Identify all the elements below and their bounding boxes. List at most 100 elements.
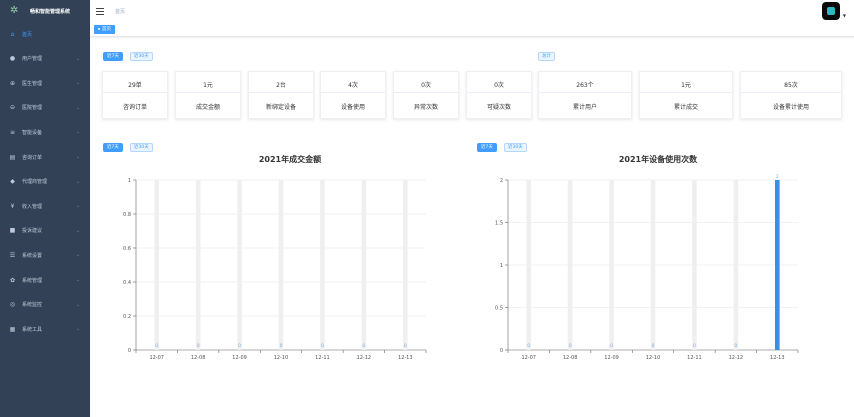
stat-card: 1元 成交金额 — [175, 71, 241, 119]
chart1-last7-button[interactable]: 近7天 — [103, 143, 123, 152]
bar-data-label: 2 — [776, 174, 779, 180]
bar-background — [361, 180, 367, 350]
x-tick-label: 12-07 — [149, 355, 164, 361]
chart2-last30-button[interactable]: 近30天 — [504, 143, 527, 152]
y-tick-label: 2 — [500, 178, 503, 184]
stat-divider — [321, 92, 385, 93]
bar-data-label: 0 — [321, 343, 324, 349]
chevron-down-icon: ⌄ — [75, 301, 80, 308]
stat-label: 累计成交 — [673, 104, 698, 111]
y-tick-label: 0 — [128, 348, 131, 354]
gear-icon: ✿ — [9, 276, 16, 284]
breadcrumb[interactable]: 首页 — [115, 8, 125, 15]
sidebar-item-home[interactable]: ⌂ 首页 — [0, 28, 90, 40]
caret-down-icon[interactable]: ▼ — [843, 13, 846, 18]
device-icon: ≡ — [9, 128, 16, 136]
sidebar-item-device[interactable]: ≡ 智能设备 ⌄ — [0, 126, 90, 138]
sidebar-item-doctor[interactable]: ⊕ 医生管理 ⌄ — [0, 77, 90, 89]
bar-data-label: 0 — [238, 343, 241, 349]
stats-total-button[interactable]: 总计 — [538, 52, 555, 61]
monitor-icon: ◎ — [9, 301, 16, 309]
x-tick-label: 12-12 — [357, 355, 372, 361]
bar-background — [692, 180, 697, 350]
menu-toggle-icon[interactable] — [96, 7, 104, 15]
chart2-title: 2021年设备使用次数 — [618, 155, 698, 164]
chart-revenue: 0 0.2 0.4 0.6 0.8 1 0 12-07 0 12-08 0 12-09 0 12-10 0 1… — [123, 178, 427, 361]
chevron-down-icon: ⌄ — [75, 129, 80, 136]
sidebar-item-label: 系统管理 — [22, 277, 43, 284]
x-tick-label: 12-08 — [563, 355, 578, 361]
sidebar-item-user[interactable]: ● 用户管理 ⌄ — [0, 53, 90, 65]
sidebar-item-label: 收入管理 — [22, 203, 43, 210]
stat-value: 263个 — [576, 82, 594, 89]
stats-last30-button[interactable]: 近30天 — [130, 52, 153, 61]
bar-background — [195, 180, 201, 350]
sidebar-item-tools[interactable]: ▦ 系统工具 ⌄ — [0, 323, 90, 335]
stat-value: 2台 — [276, 82, 286, 89]
hospital-icon: ⊖ — [9, 104, 16, 112]
bar-data-label: 0 — [362, 343, 365, 349]
bar — [774, 180, 780, 350]
stat-card: 263个累计用户 — [538, 71, 632, 119]
sidebar-item-monitor[interactable]: ◎ 系统监控 ⌄ — [0, 299, 90, 311]
chart2-last7-button[interactable]: 近7天 — [477, 143, 497, 152]
chevron-down-icon: ⌄ — [75, 80, 80, 87]
stats-last7-button[interactable]: 近7天 — [103, 52, 123, 61]
chevron-down-icon: ⌄ — [75, 154, 80, 160]
chevron-down-icon: ⌄ — [75, 55, 80, 62]
bar-background — [650, 180, 656, 350]
tags-view: 首页 — [90, 22, 854, 37]
stat-value: 85次 — [784, 82, 798, 89]
sidebar: ✲ 畅和智能管理系统 ⌂ 首页 ● 用户管理 ⌄ ⊕ 医生管理 ⌄ ⊖ 医院管理 ⌄ ≡ 智能设备 ⌄ ▤ 咨… — [0, 0, 90, 417]
sidebar-item-label: 医生管理 — [22, 80, 43, 87]
stat-label: 新绑定设备 — [265, 104, 296, 111]
doctor-icon: ⊕ — [9, 79, 16, 87]
stat-value: 0次 — [421, 82, 431, 89]
tag-home-label: 首页 — [102, 27, 111, 32]
sidebar-item-label: 用户管理 — [22, 56, 43, 63]
sidebar-item-label: 医院管理 — [22, 105, 43, 112]
x-tick-label: 12-11 — [315, 355, 330, 361]
bar-data-label: 0 — [734, 343, 737, 349]
sidebar-item-label: 首页 — [22, 31, 33, 38]
stat-label: 可疑次数 — [486, 104, 511, 111]
chevron-down-icon: ⌄ — [75, 178, 80, 185]
home-icon: ⌂ — [10, 30, 15, 38]
x-tick-label: 12-12 — [729, 355, 744, 361]
sidebar-item-gear[interactable]: ✿ 系统管理 ⌄ — [0, 274, 90, 286]
stat-value: 4次 — [348, 82, 358, 89]
y-tick-label: 0 — [500, 348, 503, 354]
app-logo[interactable]: ✲ 畅和智能管理系统 — [0, 0, 90, 22]
stat-value: 1元 — [681, 82, 691, 89]
order-icon: ▤ — [9, 153, 16, 161]
bar-background — [237, 180, 242, 350]
x-tick-label: 12-09 — [232, 355, 247, 361]
avatar[interactable] — [822, 2, 840, 20]
y-tick-label: 1 — [128, 178, 131, 184]
bar-background — [526, 180, 532, 350]
sidebar-item-label: 系统设置 — [22, 252, 43, 259]
tools-icon: ▦ — [9, 325, 16, 333]
stat-divider — [103, 92, 167, 93]
sidebar-item-order[interactable]: ▤ 咨询订单 ⌄ — [0, 151, 90, 163]
bar-background — [609, 180, 614, 350]
bar-background — [320, 180, 325, 350]
stat-divider — [394, 92, 458, 93]
chart1-last30-button[interactable]: 近30天 — [130, 143, 153, 152]
feedback-icon: ■ — [9, 227, 16, 235]
sidebar-item-hospital[interactable]: ⊖ 医院管理 ⌄ — [0, 102, 90, 114]
chevron-down-icon: ⌄ — [75, 203, 80, 210]
sidebar-item-agent[interactable]: ◆ 代理商管理 ⌄ — [0, 176, 90, 188]
tag-home[interactable]: 首页 — [94, 25, 115, 34]
sidebar-item-feedback[interactable]: ■ 投诉建议 ⌄ — [0, 225, 90, 237]
bar-background — [402, 180, 408, 350]
app-title: 畅和智能管理系统 — [30, 8, 71, 15]
sidebar-item-settings-list[interactable]: ☰ 系统设置 ⌄ — [0, 249, 90, 261]
stat-label: 累计用户 — [572, 104, 597, 111]
sidebar-item-yen[interactable]: ¥ 收入管理 ⌄ — [0, 200, 90, 212]
stat-card: 0次 可疑次数 — [466, 71, 532, 119]
stat-card: 2台新绑定设备 — [248, 71, 314, 119]
stat-card: 1元累计成交 — [639, 71, 733, 119]
sidebar-item-label: 咨询订单 — [22, 154, 43, 161]
chevron-down-icon: ⌄ — [75, 227, 80, 234]
